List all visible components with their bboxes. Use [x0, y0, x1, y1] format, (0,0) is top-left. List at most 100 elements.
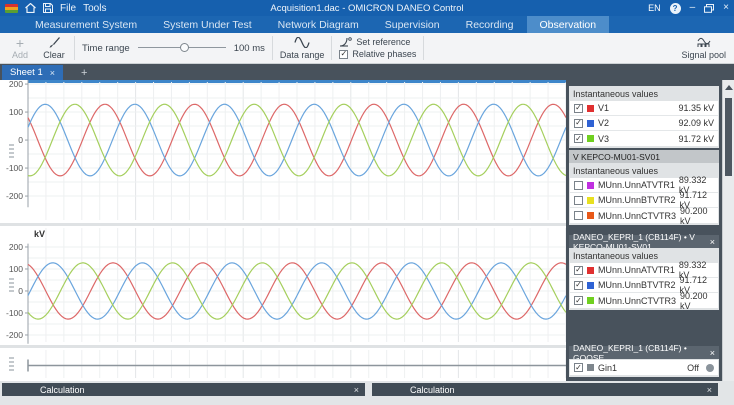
legend-row[interactable]: ✓ V3 91.72 kV: [570, 131, 718, 146]
signal-visibility-checkbox[interactable]: ✓: [574, 103, 583, 113]
bottom-panel-area: Calculation × Calculation ×: [0, 381, 734, 405]
sheet-tab-label: Sheet 1: [10, 67, 43, 78]
calculation-panel-left[interactable]: Calculation ×: [2, 383, 365, 396]
signal-pool-icon: [696, 36, 712, 49]
menu-file[interactable]: File: [60, 3, 76, 14]
menu-tools[interactable]: Tools: [83, 3, 106, 14]
svg-text:0: 0: [18, 286, 23, 296]
legend-row[interactable]: ✓ MUnn.UnnCTVTR3 90.200 kV: [570, 290, 718, 311]
legend-header-daneo-sv01[interactable]: DANEO_KEPRI_1 (CB114F) • V KEPCO-MU01-SV…: [569, 232, 719, 252]
data-range-label: Data range: [279, 50, 325, 60]
signal-name: V3: [598, 133, 610, 144]
sine-wave-icon: [294, 36, 310, 49]
panel-vertical-scrollbar[interactable]: [722, 80, 734, 381]
phasor-icon: [340, 37, 353, 47]
svg-text:-100: -100: [6, 308, 23, 318]
relative-phases-toggle[interactable]: ✓ Relative phases: [339, 49, 416, 59]
signal-visibility-checkbox[interactable]: ✓: [574, 118, 583, 128]
legend-group-goose: ✓ Gin1 Off: [569, 359, 719, 377]
panel-close-icon[interactable]: ×: [710, 348, 715, 358]
svg-text:0: 0: [18, 135, 23, 145]
relative-phases-checkbox[interactable]: ✓: [339, 49, 349, 59]
legend-row[interactable]: ✓ V1 91.35 kV: [570, 101, 718, 116]
signal-name: MUnn.UnnATVTR1: [598, 265, 675, 275]
panel-close-icon[interactable]: ×: [354, 385, 359, 395]
y-axis-unit-label: kV: [34, 229, 46, 239]
nav-tab-measurement-system[interactable]: Measurement System: [22, 16, 150, 33]
signal-pool-button[interactable]: Signal pool: [681, 36, 726, 60]
waveform-chart-merged-unit[interactable]: kV 200 100 0 -100 -200: [0, 226, 566, 345]
svg-text:100: 100: [9, 107, 23, 117]
close-button[interactable]: ×: [723, 3, 729, 13]
svg-text:200: 200: [9, 80, 23, 89]
signal-color-swatch: [587, 212, 594, 219]
legend-row[interactable]: ✓ Gin1 Off: [570, 360, 718, 375]
signal-visibility-checkbox[interactable]: [574, 180, 583, 190]
signal-color-swatch: [587, 135, 594, 142]
relative-phases-label: Relative phases: [352, 49, 417, 59]
signal-name: MUnn.UnnBTVTR2: [598, 280, 676, 290]
set-reference-button[interactable]: Set reference: [339, 37, 416, 47]
signal-pool-label: Signal pool: [681, 50, 726, 60]
legend-header-daneo-goose[interactable]: DANEO_KEPRI_1 (CB114F) • GOOSE ×: [569, 343, 719, 363]
signal-value: 92.09 kV: [678, 118, 714, 128]
time-range-value: 100 ms: [233, 42, 265, 54]
legend-row[interactable]: MUnn.UnnCTVTR3 90.200 kV: [570, 206, 718, 226]
signal-color-swatch: [587, 281, 594, 289]
save-icon[interactable]: [43, 3, 53, 13]
panel-close-icon[interactable]: ×: [707, 385, 712, 395]
signal-visibility-checkbox[interactable]: ✓: [574, 280, 583, 290]
signal-visibility-checkbox[interactable]: [574, 211, 583, 220]
sheet-tab-active[interactable]: Sheet 1 ×: [2, 65, 64, 80]
signal-color-swatch: [587, 266, 594, 274]
signal-visibility-checkbox[interactable]: [574, 195, 583, 205]
add-button[interactable]: + Add: [7, 34, 33, 61]
svg-text:-200: -200: [6, 191, 23, 201]
waveform-chart-voltages[interactable]: 200 100 0 -100 -200: [0, 80, 566, 223]
signal-name: V1: [598, 103, 610, 113]
legend-group-voltages: Instantaneous values ✓ V1 91.35 kV ✓ V2 92.09…: [569, 86, 719, 148]
signal-color-swatch: [587, 196, 594, 204]
slider-thumb[interactable]: [179, 43, 189, 52]
window-title: Acquisition1.dac - OMICRON DANEO Control: [270, 2, 464, 14]
legend-row[interactable]: ✓ V2 92.09 kV: [570, 116, 718, 131]
language-selector[interactable]: EN: [648, 3, 661, 13]
clear-button[interactable]: Clear: [41, 36, 67, 60]
signal-legend-panel: Instantaneous values ✓ V1 91.35 kV ✓ V2 92.09…: [566, 80, 722, 381]
signal-name: MUnn.UnnBTVTR2: [598, 195, 676, 205]
add-button-label: Add: [11, 50, 28, 60]
nav-tab-recording[interactable]: Recording: [453, 16, 527, 33]
add-sheet-button[interactable]: +: [81, 66, 87, 80]
signal-name: MUnn.UnnATVTR1: [598, 180, 675, 190]
scrollbar-thumb[interactable]: [725, 98, 732, 176]
minimize-button[interactable]: –: [690, 3, 696, 13]
restore-button[interactable]: [704, 3, 715, 13]
home-icon[interactable]: [25, 3, 36, 13]
signal-color-swatch: [587, 297, 594, 304]
nav-tab-system-under-test[interactable]: System Under Test: [150, 16, 265, 33]
signal-value: 90.200 kV: [680, 290, 708, 311]
data-range-button[interactable]: Data range: [279, 36, 325, 60]
scroll-up-icon[interactable]: [725, 85, 733, 90]
nav-tab-network-diagram[interactable]: Network Diagram: [265, 16, 372, 33]
omicron-logo-icon: [5, 3, 18, 13]
signal-visibility-checkbox[interactable]: ✓: [574, 363, 583, 372]
signal-visibility-checkbox[interactable]: ✓: [574, 296, 583, 305]
nav-tab-supervision[interactable]: Supervision: [372, 16, 453, 33]
time-range-slider[interactable]: [137, 42, 226, 54]
calculation-panel-right[interactable]: Calculation ×: [372, 383, 718, 396]
goose-binary-trace[interactable]: [0, 348, 566, 381]
nav-tab-observation[interactable]: Observation: [526, 16, 610, 33]
signal-visibility-checkbox[interactable]: ✓: [574, 265, 583, 275]
signal-value: 91.72 kV: [678, 133, 714, 144]
sheet-close-icon[interactable]: ×: [50, 68, 55, 78]
help-icon[interactable]: ?: [669, 2, 681, 14]
signal-visibility-checkbox[interactable]: ✓: [574, 134, 583, 143]
svg-text:200: 200: [9, 242, 23, 252]
legend-header-kepco-sv01[interactable]: V KEPCO-MU01-SV01: [569, 150, 719, 163]
panel-close-icon[interactable]: ×: [710, 237, 715, 247]
plus-icon: +: [15, 34, 25, 51]
status-indicator-icon: [706, 363, 714, 372]
signal-color-swatch: [587, 364, 594, 371]
ribbon-toolbar: + Add Clear Time range 100 ms Data range…: [0, 33, 734, 64]
